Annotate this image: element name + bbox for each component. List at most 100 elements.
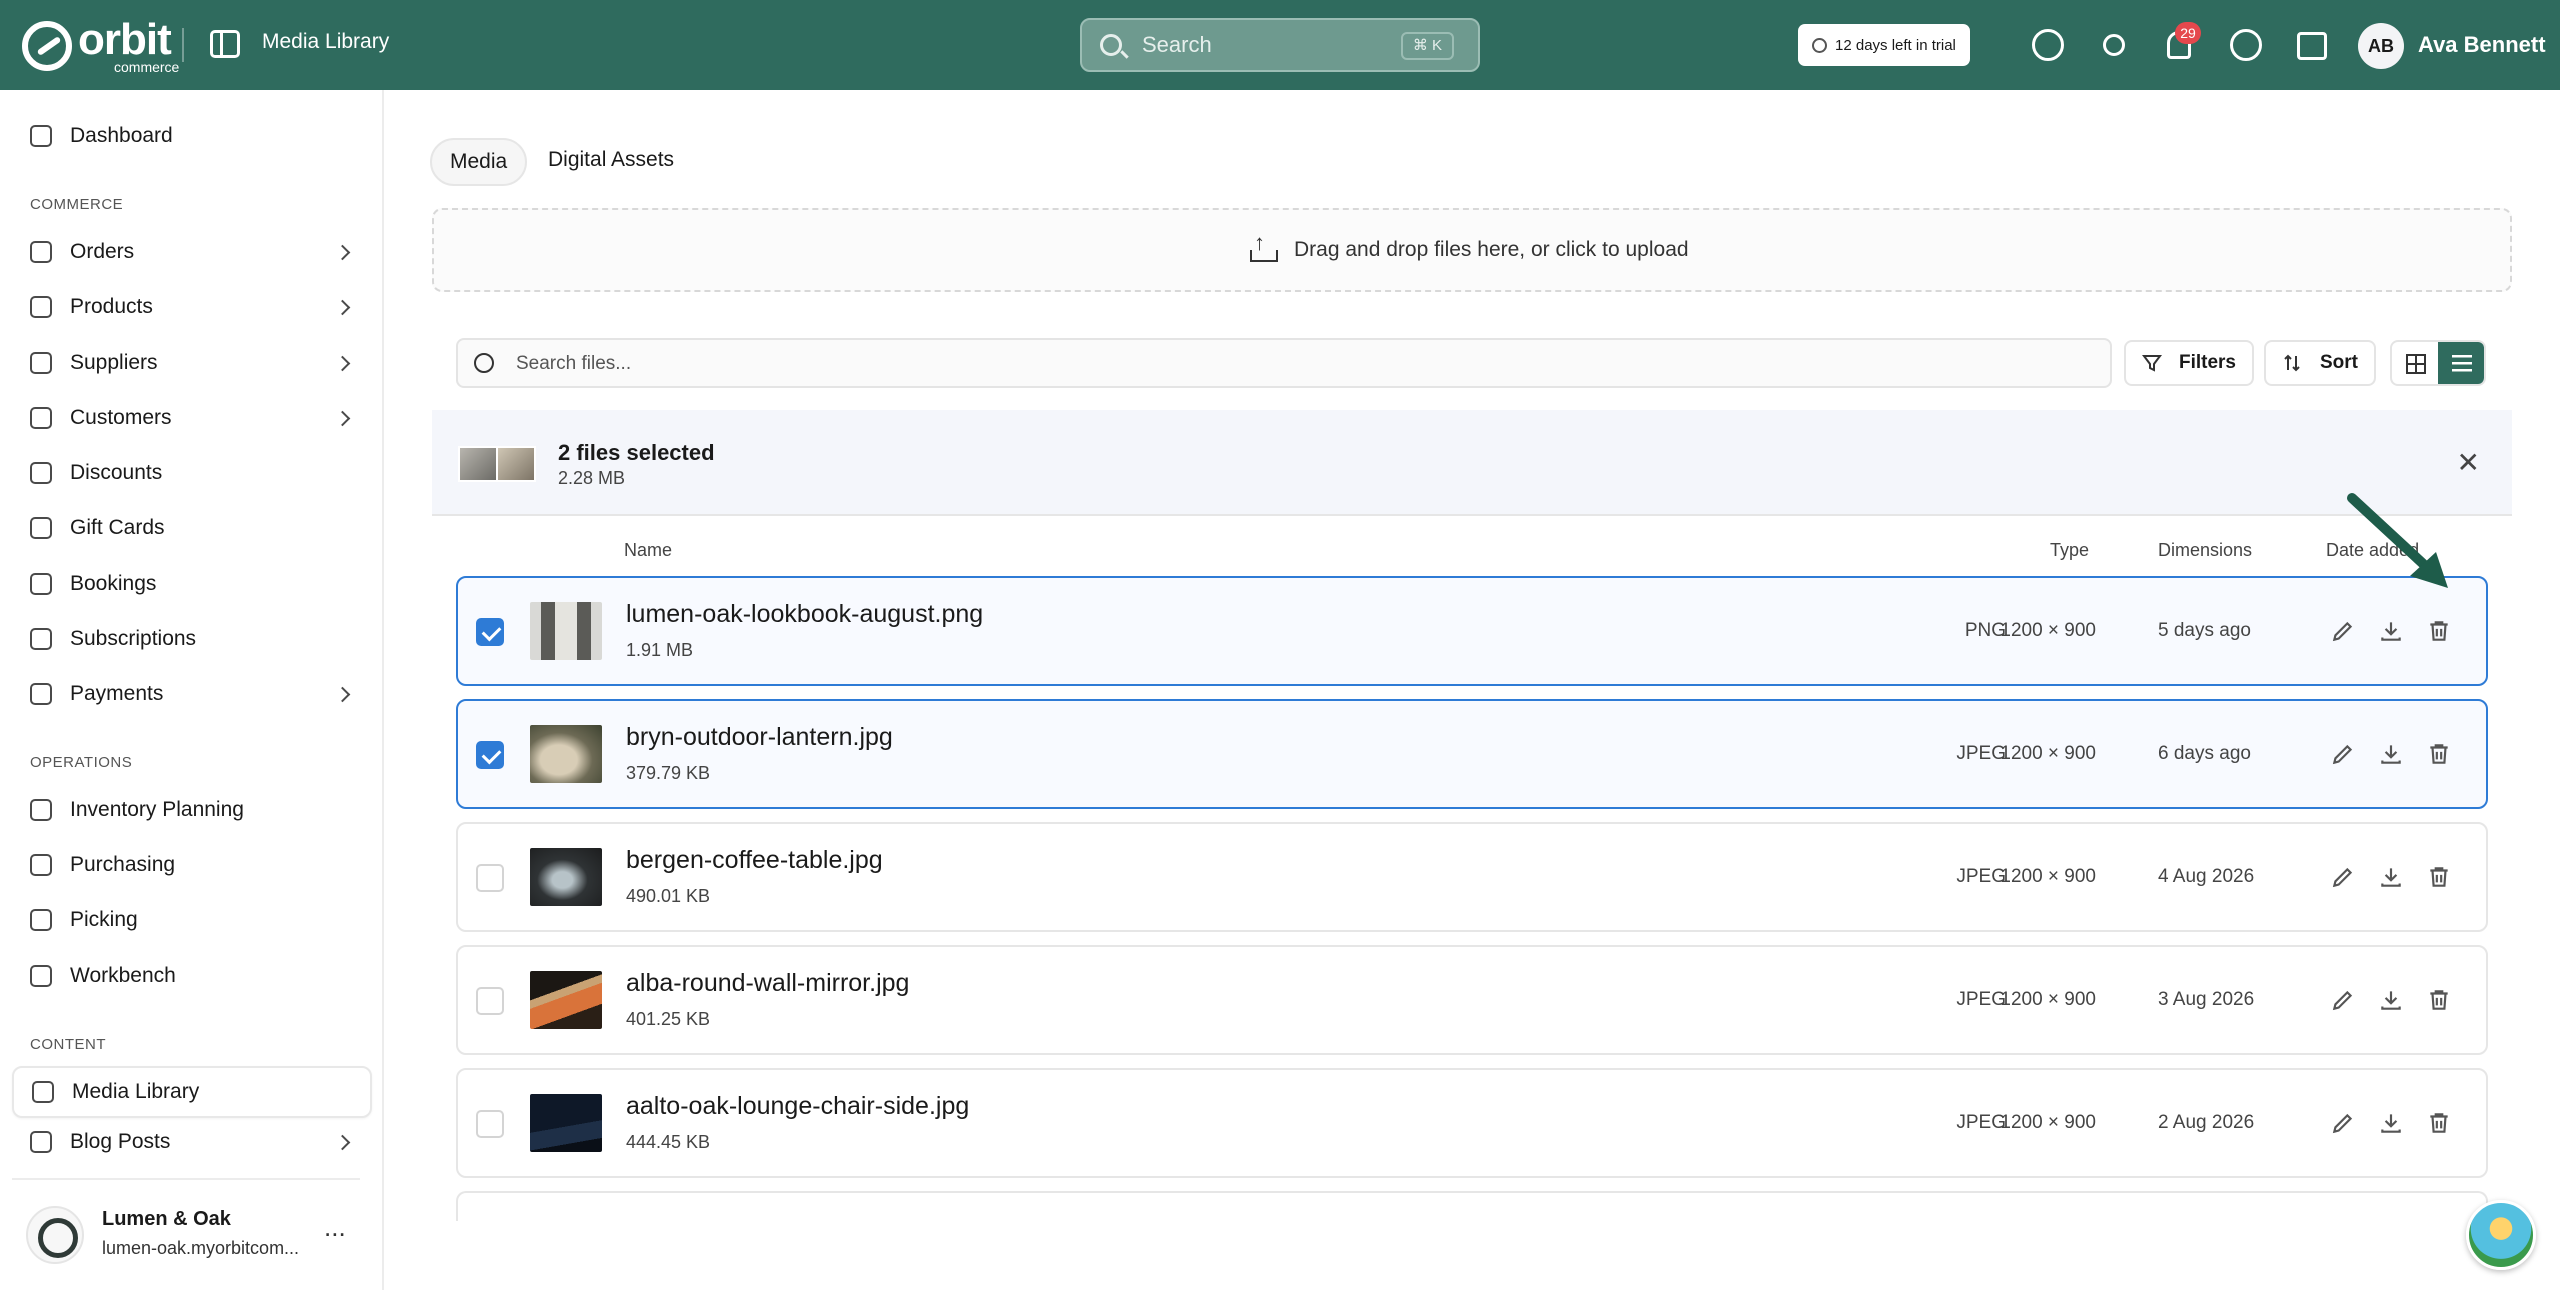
file-search	[456, 338, 2112, 388]
file-name[interactable]: lumen-oak-lookbook-august.png	[626, 600, 983, 629]
sidebar-item-payments[interactable]: Payments	[12, 668, 372, 720]
row-checkbox[interactable]	[476, 1110, 504, 1138]
edit-icon[interactable]	[2330, 987, 2356, 1013]
selected-thumbnail	[458, 446, 498, 482]
store-logo[interactable]	[26, 1206, 84, 1264]
edit-icon[interactable]	[2330, 618, 2356, 644]
sidebar-item-subscriptions[interactable]: Subscriptions	[12, 613, 372, 665]
sidebar-item-suppliers[interactable]: Suppliers	[12, 337, 372, 389]
filters-button[interactable]: Filters	[2124, 340, 2254, 386]
row-checkbox[interactable]	[476, 618, 504, 646]
chevron-right-icon	[334, 410, 351, 426]
edit-icon[interactable]	[2330, 741, 2356, 767]
file-name[interactable]: alba-round-wall-mirror.jpg	[626, 969, 909, 998]
sidebar-item-label: Purchasing	[70, 853, 176, 876]
more-options-button[interactable]: ...	[324, 1212, 346, 1243]
file-name[interactable]: bergen-coffee-table.jpg	[626, 846, 883, 875]
upload-dropzone[interactable]: Drag and drop files here, or click to up…	[432, 208, 2512, 292]
tab-digital-assets[interactable]: Digital Assets	[530, 138, 692, 186]
top-bar: orbit commerce Media Library Search ⌘ K …	[0, 0, 2560, 90]
clipboard-icon	[30, 799, 52, 821]
file-size: 490.01 KB	[626, 886, 711, 906]
table-row[interactable]: aalto-oak-lounge-chair-side.jpg 444.45 K…	[456, 1068, 2488, 1178]
view-toggle	[2390, 340, 2486, 386]
column-header-dimensions[interactable]: Dimensions	[2158, 540, 2252, 561]
sidebar-item-label: Picking	[70, 908, 138, 931]
sidebar-item-products[interactable]: Products	[12, 281, 372, 333]
table-row[interactable]: alba-round-wall-mirror.jpg 401.25 KB JPE…	[456, 945, 2488, 1055]
selection-count: 2 files selected	[558, 440, 715, 465]
ai-assistant-icon[interactable]	[2032, 29, 2064, 61]
download-icon[interactable]	[2378, 864, 2404, 890]
edit-icon[interactable]	[2330, 1110, 2356, 1136]
orbit-logo[interactable]: orbit commerce	[22, 18, 179, 74]
global-search-input[interactable]: Search ⌘ K	[1080, 18, 1480, 72]
download-icon[interactable]	[2378, 618, 2404, 644]
table-row[interactable]: bergen-coffee-table.jpg 490.01 KB JPEG 1…	[456, 822, 2488, 932]
file-name[interactable]: bryn-outdoor-lantern.jpg	[626, 723, 893, 752]
sidebar-item-discounts[interactable]: Discounts	[12, 447, 372, 499]
orders-icon	[30, 241, 52, 263]
file-date: 3 Aug 2026	[2158, 989, 2255, 1010]
tab-media[interactable]: Media	[430, 138, 528, 186]
sidebar-item-dashboard[interactable]: Dashboard	[12, 110, 372, 162]
filter-icon	[2142, 355, 2162, 372]
trash-icon[interactable]	[2426, 987, 2452, 1013]
sidebar-item-gift-cards[interactable]: Gift Cards	[12, 502, 372, 554]
sort-button[interactable]: Sort	[2264, 340, 2376, 386]
credit-card-icon	[30, 683, 52, 705]
sidebar-item-customers[interactable]: Customers	[12, 392, 372, 444]
sidebar-item-bookings[interactable]: Bookings	[12, 558, 372, 610]
chevron-right-icon	[334, 299, 351, 315]
column-header-name[interactable]: Name	[624, 540, 672, 561]
file-dimensions: 1200 × 900	[2000, 866, 2096, 887]
close-icon[interactable]: ✕	[2457, 446, 2480, 479]
trash-icon[interactable]	[2426, 618, 2452, 644]
download-icon[interactable]	[2378, 1110, 2404, 1136]
suppliers-icon	[30, 352, 52, 374]
file-thumbnail	[530, 602, 602, 660]
file-size: 379.79 KB	[626, 763, 711, 783]
help-icon[interactable]	[2230, 29, 2262, 61]
file-name[interactable]: aalto-oak-lounge-chair-side.jpg	[626, 1092, 969, 1121]
edit-icon[interactable]	[2330, 864, 2356, 890]
download-icon[interactable]	[2378, 987, 2404, 1013]
sidebar-item-orders[interactable]: Orders	[12, 226, 372, 278]
sidebar-item-workbench[interactable]: Workbench	[12, 950, 372, 1002]
row-checkbox[interactable]	[476, 741, 504, 769]
chevron-right-icon	[334, 244, 351, 260]
store-name[interactable]: Lumen & Oak	[102, 1208, 231, 1231]
sidebar-item-inventory-planning[interactable]: Inventory Planning	[12, 784, 372, 836]
sidebar-toggle-icon[interactable]	[210, 30, 240, 58]
trial-badge[interactable]: 12 days left in trial	[1798, 24, 1970, 66]
column-header-type[interactable]: Type	[2050, 540, 2089, 561]
dropzone-label: Drag and drop files here, or click to up…	[1294, 238, 1689, 261]
download-icon[interactable]	[2378, 741, 2404, 767]
file-thumbnail	[530, 725, 602, 783]
row-checkbox[interactable]	[476, 864, 504, 892]
sidebar-item-label: Discounts	[70, 461, 163, 484]
sidebar-item-blog-posts[interactable]: Blog Posts	[12, 1122, 372, 1162]
chat-launcher-icon[interactable]	[2466, 1200, 2536, 1270]
products-icon	[30, 296, 52, 318]
store-icon[interactable]	[2297, 32, 2327, 60]
sidebar-item-label: Subscriptions	[70, 627, 197, 650]
trash-icon[interactable]	[2426, 1110, 2452, 1136]
user-name[interactable]: Ava Bennett	[2418, 32, 2546, 58]
sidebar-item-picking[interactable]: Picking	[12, 894, 372, 946]
trash-icon[interactable]	[2426, 864, 2452, 890]
sidebar-item-media-library[interactable]: Media Library	[12, 1066, 372, 1118]
sun-icon[interactable]	[2103, 34, 2125, 56]
table-row[interactable]: bryn-outdoor-lantern.jpg 379.79 KB JPEG …	[456, 699, 2488, 809]
grid-view-button[interactable]	[2392, 342, 2438, 384]
section-content: CONTENT	[30, 1036, 106, 1053]
row-checkbox[interactable]	[476, 987, 504, 1015]
file-search-input[interactable]	[516, 350, 2016, 378]
avatar[interactable]: AB	[2358, 23, 2404, 69]
list-view-button[interactable]	[2438, 342, 2484, 384]
trash-icon[interactable]	[2426, 741, 2452, 767]
table-row[interactable]: lumen-oak-lookbook-august.png 1.91 MB PN…	[456, 576, 2488, 686]
customers-icon	[30, 407, 52, 429]
sidebar-item-label: Orders	[70, 240, 135, 263]
sidebar-item-purchasing[interactable]: Purchasing	[12, 839, 372, 891]
